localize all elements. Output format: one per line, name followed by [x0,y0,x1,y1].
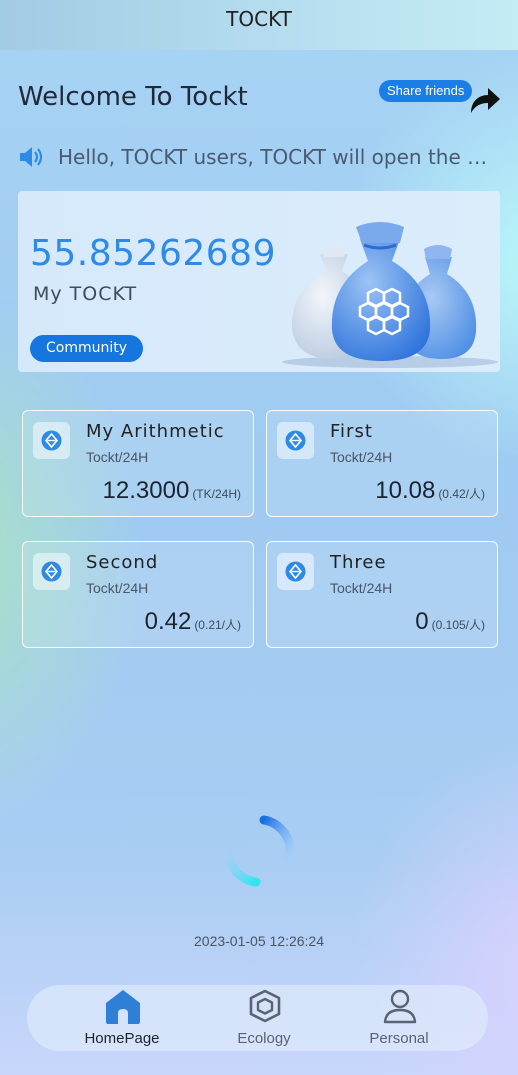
user-icon [383,989,417,1024]
stat-value: 0 [415,608,429,635]
welcome-heading: Welcome To Tockt [18,82,248,112]
share-friends-button[interactable]: Share friends [379,80,473,102]
nav-item-personal[interactable]: Personal [334,985,464,1051]
stat-unit: (TK/24H) [192,487,241,501]
stat-value-group: 0 (0.105/人) [415,608,485,636]
stat-card-second: Second Tockt/24H 0.42 (0.21/人) [22,541,254,648]
app-title-bar: TOCKT [0,0,518,50]
diamond-coin-icon [33,553,70,590]
balance-value: 55.85262689 [30,233,276,274]
nav-label: HomePage [84,1030,160,1047]
stat-value-group: 12.3000 (TK/24H) [103,477,241,505]
stat-unit: (0.42/人) [438,487,485,501]
nav-label: Ecology [237,1030,291,1047]
stat-title: Three [330,552,387,573]
home-icon [106,990,140,1024]
stat-unit: (0.105/人) [431,618,485,632]
announcement-text: Hello, TOCKT users, TOCKT will open the … [58,145,498,169]
cube-icon [249,989,281,1023]
balance-label: My TOCKT [33,283,138,305]
stat-subtitle: Tockt/24H [86,449,149,465]
stat-card-first: First Tockt/24H 10.08 (0.42/人) [266,410,498,517]
stat-value: 12.3000 [102,477,190,504]
timestamp: 2023-01-05 12:26:24 [194,933,324,949]
nav-item-homepage[interactable]: HomePage [57,985,187,1051]
money-bags-illustration [282,222,498,368]
stat-card-three: Three Tockt/24H 0 (0.105/人) [266,541,498,648]
stat-value: 0.42 [144,608,192,635]
bottom-nav: HomePage Ecology Personal [27,985,488,1051]
diamond-coin-icon [277,553,314,590]
loading-spinner-icon [223,815,295,887]
stat-subtitle: Tockt/24H [86,580,149,596]
stat-value: 10.08 [375,477,436,504]
announcement-bar[interactable]: Hello, TOCKT users, TOCKT will open the … [18,142,498,172]
stat-unit: (0.21/人) [194,618,241,632]
nav-label: Personal [369,1030,429,1047]
community-button[interactable]: Community [30,335,144,362]
stat-card-my-arithmetic: My Arithmetic Tockt/24H 12.3000 (TK/24H) [22,410,254,517]
app-title: TOCKT [226,7,292,31]
stat-value-group: 0.42 (0.21/人) [145,608,241,636]
diamond-coin-icon [33,422,70,459]
share-arrow-icon[interactable] [468,84,502,116]
stat-title: My Arithmetic [86,421,225,442]
stat-title: First [330,421,373,442]
diamond-coin-icon [277,422,314,459]
stat-subtitle: Tockt/24H [330,580,393,596]
stat-title: Second [86,552,159,573]
nav-item-ecology[interactable]: Ecology [199,985,329,1051]
balance-card: 55.85262689 My TOCKT Community [18,191,500,372]
speaker-icon [20,147,43,167]
stat-subtitle: Tockt/24H [330,449,393,465]
stat-value-group: 10.08 (0.42/人) [375,477,485,505]
